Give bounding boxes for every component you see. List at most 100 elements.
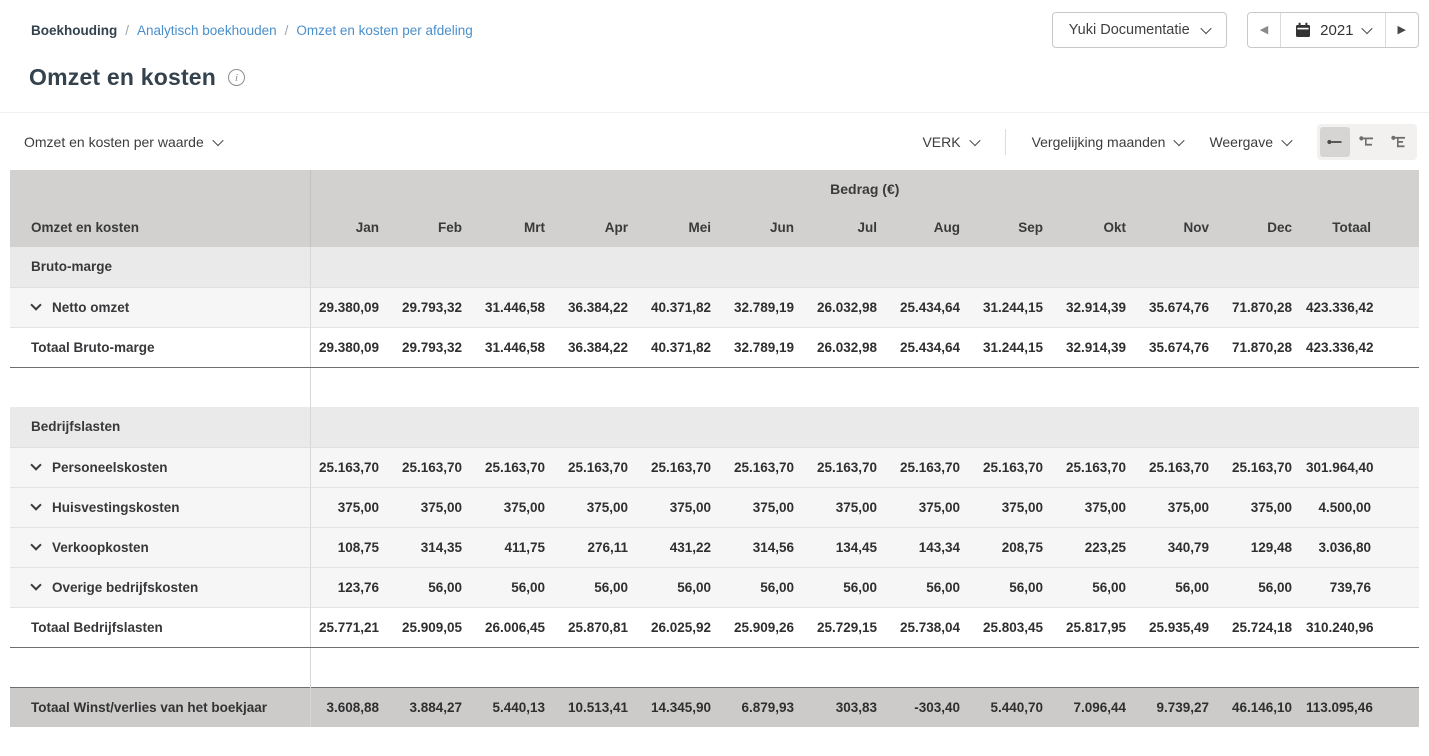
cell-value: 25.909,26 [725,606,808,648]
cell-value: 3.036,80 [1306,527,1420,568]
chevron-down-icon [1200,22,1212,35]
column-header-sep: Sep [974,208,1057,247]
cell-value: 36.384,22 [559,326,642,368]
top-bar: Boekhouding / Analytisch boekhouden / Om… [0,0,1429,50]
cell-value [1057,407,1140,448]
cell-value: 26.025,92 [642,606,725,648]
chevron-right-icon: ▶ [1397,23,1406,36]
expand-level-3-button[interactable] [1384,127,1414,157]
breadcrumb-item-analytisch-boekhouden[interactable]: Analytisch boekhouden [137,23,277,38]
cell-value [1140,367,1223,407]
cell-value: 9.739,27 [1140,686,1223,727]
cell-value [1223,247,1306,288]
cell-value [476,407,559,448]
cell-value [1140,247,1223,288]
cell-value [393,367,476,407]
cell-value [1306,247,1420,288]
administration-dropdown[interactable]: Yuki Documentatie [1051,12,1227,48]
cell-value [725,407,808,448]
cell-value [1223,647,1306,687]
cell-value: 739,76 [1306,567,1420,608]
table-row: Bruto-marge [10,247,1420,288]
breadcrumb-item-omzet-en-kosten-per-afdeling[interactable]: Omzet en kosten per afdeling [296,23,472,38]
cell-value: 32.789,19 [725,326,808,368]
row-label-text: Personeelskosten [52,459,168,475]
cell-value: 26.006,45 [476,606,559,648]
cell-value: 25.935,49 [1140,606,1223,648]
previous-year-button[interactable]: ◀ [1248,13,1280,47]
cell-value: 340,79 [1140,527,1223,568]
breadcrumb: Boekhouding / Analytisch boekhouden / Om… [31,23,473,38]
cell-value: 14.345,90 [642,686,725,727]
cell-value [891,367,974,407]
cell-value: 25.729,15 [808,606,891,648]
cell-value [725,247,808,288]
expand-level-1-button[interactable] [1320,126,1350,157]
column-header-jun: Jun [725,208,808,247]
cell-value [559,407,642,448]
cell-value: 5.440,13 [476,686,559,727]
verk-dropdown[interactable]: VERK [922,134,981,150]
cell-value: 25.163,70 [476,447,559,488]
table-row: Bedrijfslasten [10,407,1420,448]
chevron-down-icon[interactable] [30,298,42,311]
cell-value: 431,22 [642,527,725,568]
cell-value: 3.608,88 [310,686,393,727]
column-header-jul: Jul [808,208,891,247]
cell-value: 25.803,45 [974,606,1057,648]
report-type-dropdown[interactable]: Omzet en kosten per waarde [24,133,224,150]
cell-value: 25.870,81 [559,606,642,648]
cell-value: 25.163,70 [808,447,891,488]
cell-value: 56,00 [476,567,559,608]
cell-value [725,647,808,687]
row-label-text: Huisvestingskosten [52,499,180,515]
cell-value: 314,35 [393,527,476,568]
chevron-down-icon[interactable] [30,458,42,471]
chevron-down-icon[interactable] [30,498,42,511]
cell-value: 6.879,93 [725,686,808,727]
column-header-nov: Nov [1140,208,1223,247]
cell-value [725,367,808,407]
cell-value: 56,00 [1223,567,1306,608]
cell-value: 113.095,46 [1306,686,1420,727]
breadcrumb-item-boekhouding[interactable]: Boekhouding [31,23,117,38]
cell-value [642,247,725,288]
table-row: Totaal Bedrijfslasten 25.771,21 25.909,05 2… [10,606,1420,648]
cell-value: 423.336,42 [1306,326,1420,368]
cell-value: 56,00 [808,567,891,608]
expand-level-2-button[interactable] [1352,127,1382,157]
cell-value: 375,00 [642,487,725,528]
cell-value: 3.884,27 [393,686,476,727]
chevron-down-icon[interactable] [30,578,42,591]
column-header-okt: Okt [1057,208,1140,247]
chevron-down-icon [1360,22,1373,35]
report-type-dropdown-label: Omzet en kosten per waarde [24,133,204,150]
cell-value: 46.146,10 [1223,686,1306,727]
table-row: Totaal Bruto-marge 29.380,09 29.793,32 31.4… [10,326,1420,368]
next-year-button[interactable]: ▶ [1384,13,1418,47]
cell-value: 375,00 [1057,487,1140,528]
cell-value [1057,647,1140,687]
view-dropdown[interactable]: Weergave [1209,134,1293,150]
cell-value: 31.446,58 [476,326,559,368]
cell-value: 10.513,41 [559,686,642,727]
breadcrumb-separator: / [284,22,289,38]
cell-value: 375,00 [393,487,476,528]
table-row: Netto omzet 29.380,09 29.793,32 31.446,58 36… [10,287,1420,328]
row-label: Personeelskosten [10,447,311,488]
cell-value: 208,75 [974,527,1057,568]
chevron-down-icon[interactable] [30,538,42,551]
chevron-down-icon [1173,134,1186,146]
cell-value: 56,00 [393,567,476,608]
cell-value [393,647,476,687]
table-row: Huisvestingskosten 375,00 375,00 375,00 375,… [10,487,1420,528]
cell-value: 25.163,70 [725,447,808,488]
info-icon[interactable]: i [228,69,246,86]
cell-value: 5.440,70 [974,686,1057,727]
cell-value: 25.738,04 [891,606,974,648]
comparison-dropdown[interactable]: Vergelijking maanden [1032,134,1186,150]
cell-value: 375,00 [476,487,559,528]
year-dropdown[interactable]: 2021 [1280,13,1384,47]
row-label: Verkoopkosten [10,527,311,568]
page-title: Omzet en kosten [29,64,217,90]
